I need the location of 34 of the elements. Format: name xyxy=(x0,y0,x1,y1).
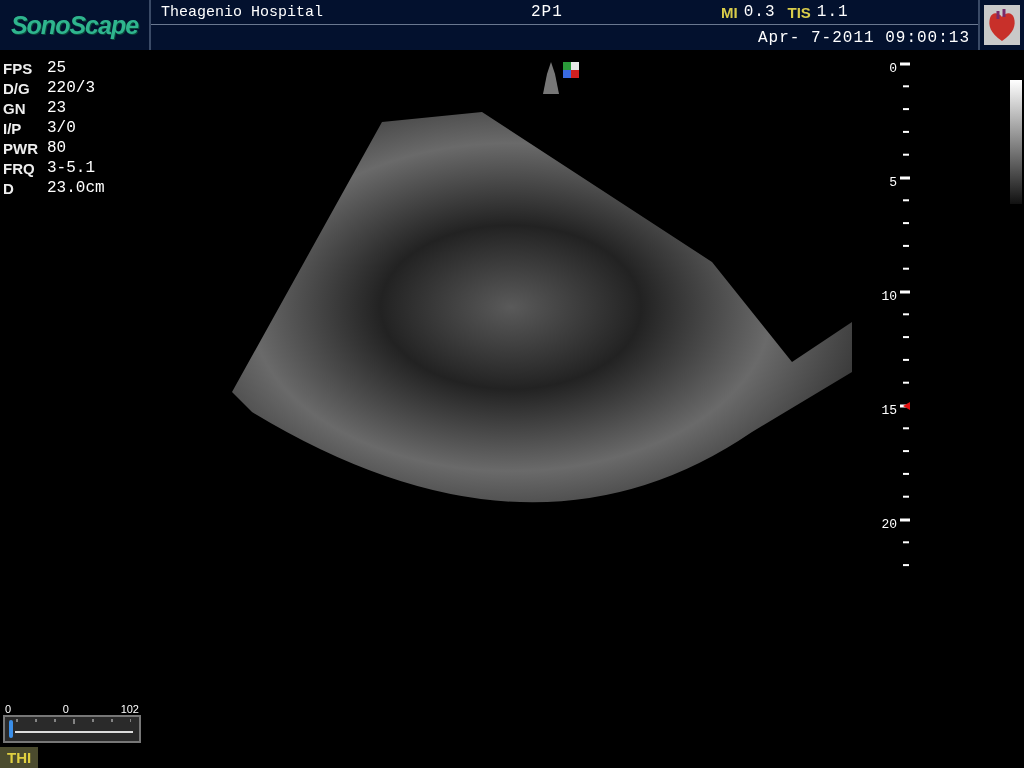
parameter-label: GN xyxy=(3,99,27,118)
tis-label: TIS xyxy=(787,3,811,21)
depth-label: 5 xyxy=(889,175,897,190)
preset-name: 2P1 xyxy=(531,3,564,21)
parameter-value: 25 xyxy=(47,59,68,78)
parameter-value: 23.0cm xyxy=(47,179,106,198)
tis-value: 1.1 xyxy=(816,3,849,21)
cine-label: 0 xyxy=(5,703,12,715)
parameter-value: 80 xyxy=(47,139,68,158)
cine-label: 102 xyxy=(120,703,139,715)
cine-slider[interactable] xyxy=(3,715,141,743)
depth-label: 20 xyxy=(881,517,897,532)
parameter-label: FRQ xyxy=(3,159,36,178)
parameter-value: 3/0 xyxy=(47,119,77,138)
depth-label: 0 xyxy=(889,61,897,76)
cine-handle[interactable] xyxy=(9,720,13,738)
parameter-label: FPS xyxy=(3,59,34,78)
parameter-value: 220/3 xyxy=(47,79,96,98)
parameter-label: PWR xyxy=(3,139,39,158)
parameter-label: I/P xyxy=(3,119,23,138)
parameter-value: 23 xyxy=(47,99,68,118)
focus-marker-icon xyxy=(903,402,910,410)
parameter-label: D xyxy=(3,179,15,198)
thi-mode-badge: THI xyxy=(0,747,39,768)
brand-logo: SonoScape xyxy=(0,0,151,50)
parameter-value: 3-5.1 xyxy=(47,159,96,178)
cine-label: 0 xyxy=(62,703,69,715)
mi-value: 0.3 xyxy=(743,3,776,21)
hospital-name: Theagenio Hospital xyxy=(161,3,325,21)
depth-label: 10 xyxy=(881,289,897,304)
date-time: Apr- 7-2011 09:00:13 xyxy=(757,28,970,47)
depth-label: 15 xyxy=(881,403,897,418)
parameter-label: D/G xyxy=(3,79,31,98)
mi-label: MI xyxy=(721,3,738,21)
